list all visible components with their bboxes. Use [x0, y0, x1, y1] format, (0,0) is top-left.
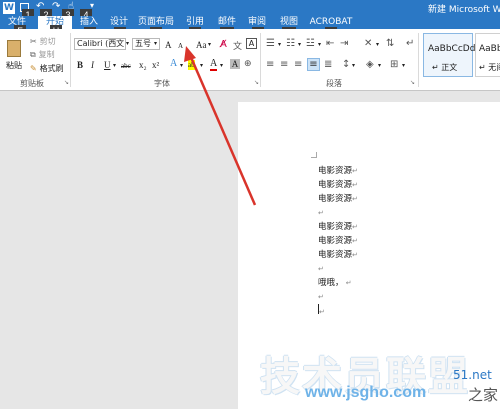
watermark-side2-text: 之家: [468, 386, 499, 404]
watermark-side-text: 51.net: [453, 368, 492, 382]
arrow-head: [184, 46, 196, 62]
arrow-shaft: [188, 54, 257, 206]
watermark-url: www.jsgho.com: [305, 384, 427, 401]
